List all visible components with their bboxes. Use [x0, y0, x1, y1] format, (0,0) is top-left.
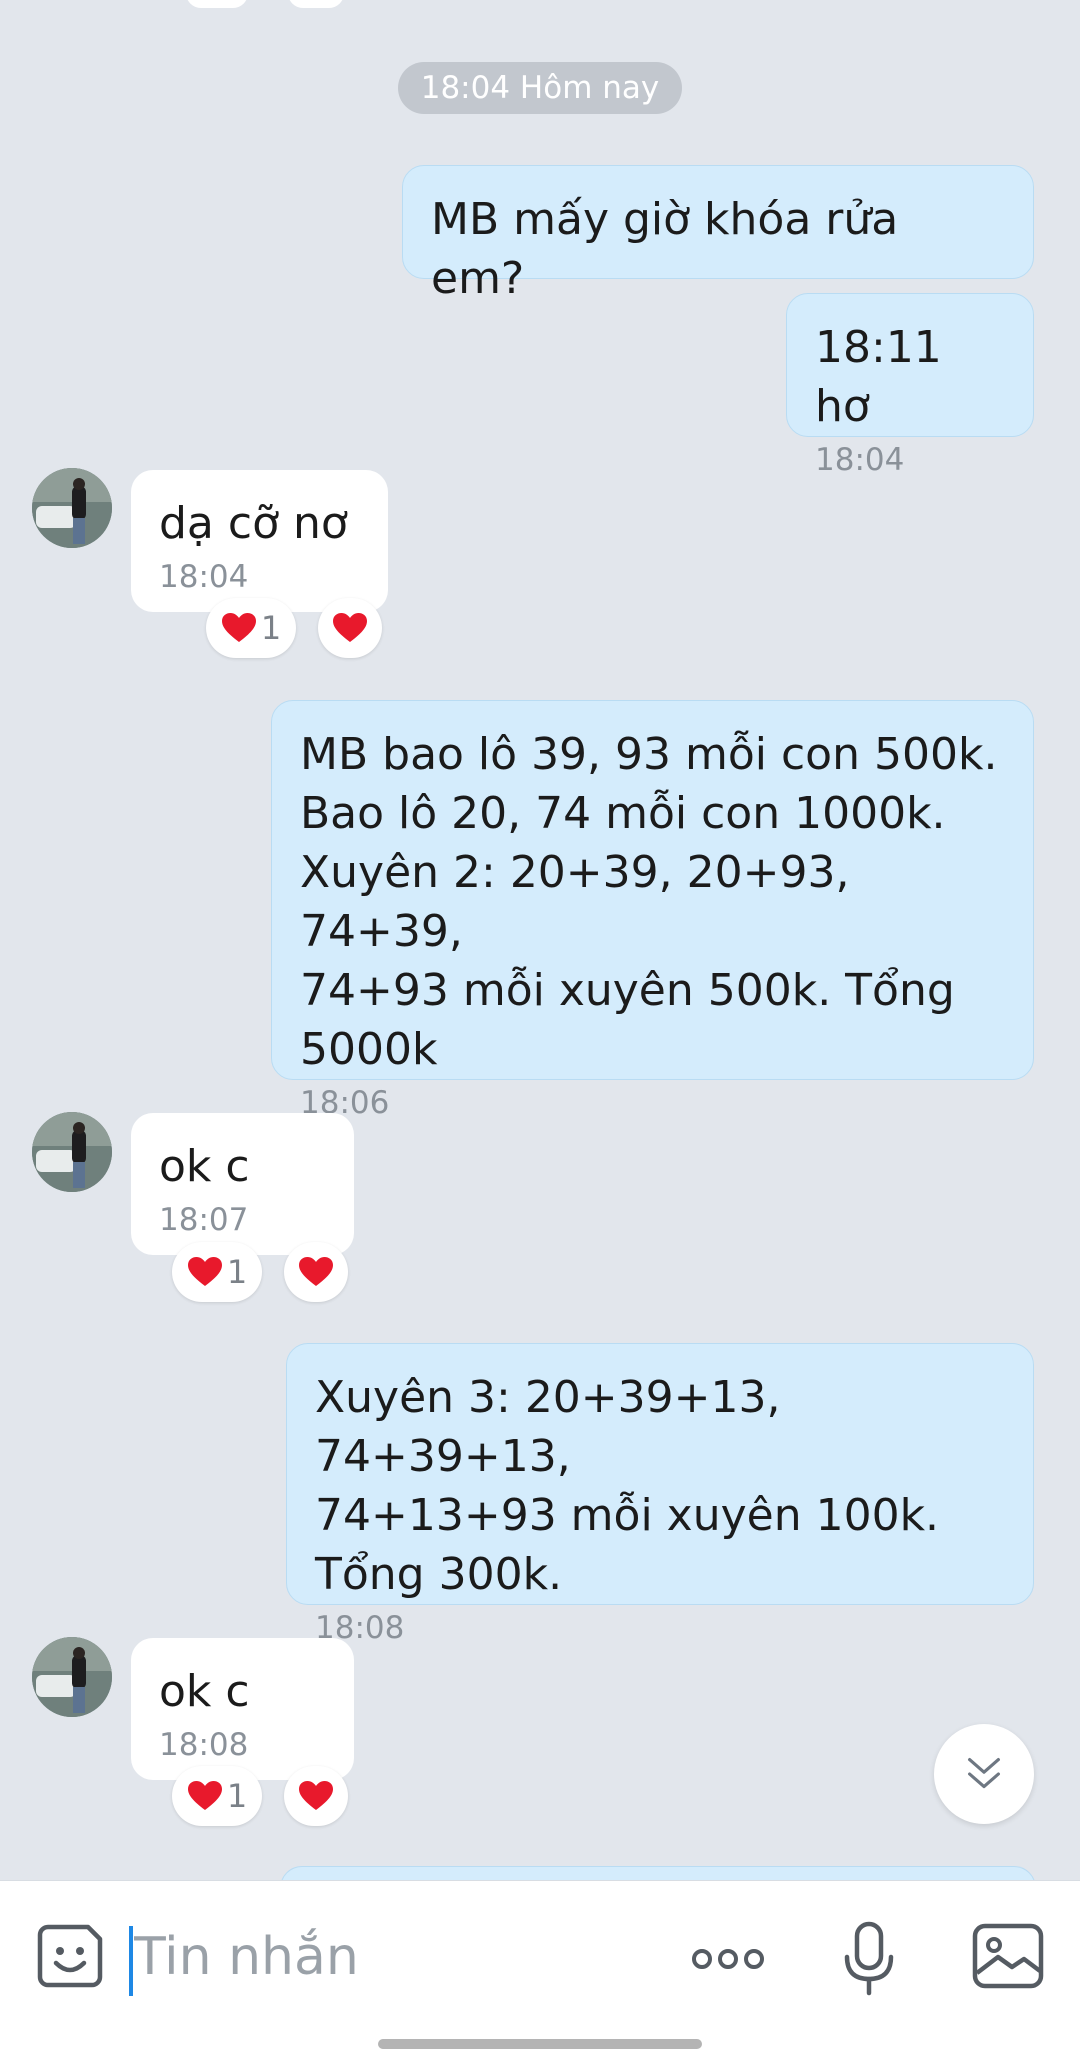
reaction-summary[interactable]: 1 [172, 1242, 262, 1302]
message-time: 18:04 [159, 559, 249, 595]
send-image-button[interactable] [972, 1923, 1044, 1989]
heart-icon [187, 1257, 222, 1286]
reaction-count: 1 [260, 609, 282, 647]
double-chevron-down-icon [968, 1758, 1000, 1789]
date-separator: 18:04 Hôm nay [398, 62, 682, 114]
incoming-message[interactable]: ok c 18:07 [131, 1113, 354, 1255]
chat-area[interactable]: 18:04 Hôm nay MB mấy giờ khóa rửa em? 18… [0, 0, 1080, 1880]
sticker-button[interactable] [36, 1921, 106, 1991]
message-text: 18:11 hơ [815, 322, 942, 432]
heart-icon [221, 613, 256, 642]
react-heart-button[interactable] [284, 1242, 348, 1302]
incoming-message[interactable]: dạ cỡ nơ 18:04 [131, 470, 388, 612]
sticker-smile-icon [37, 1924, 103, 1988]
heart-icon [299, 1781, 333, 1810]
message-composer [0, 1880, 1080, 2065]
heart-icon [187, 1781, 222, 1810]
more-button[interactable] [690, 1941, 766, 1977]
avatar[interactable] [32, 1112, 112, 1192]
more-dots-icon [692, 1949, 764, 1969]
microphone-icon [844, 1921, 894, 1996]
scroll-to-bottom-button[interactable] [934, 1724, 1034, 1824]
heart-icon [299, 1257, 333, 1286]
reaction-count: 1 [226, 1253, 248, 1291]
message-text: Xuyên 3: 20+39+13, 74+39+13, 74+13+93 mỗ… [315, 1372, 940, 1600]
outgoing-message[interactable]: Xuyên 3: 20+39+13, 74+39+13, 74+13+93 mỗ… [286, 1343, 1034, 1646]
message-text: ok c [159, 1666, 250, 1717]
avatar[interactable] [32, 468, 112, 548]
message-text: MB bao lô 39, 93 mỗi con 500k. Bao lô 20… [300, 729, 998, 1075]
message-time: 18:08 [159, 1727, 249, 1763]
outgoing-message[interactable]: 18:11 hơ 18:04 [786, 293, 1034, 478]
outgoing-message[interactable]: MB mấy giờ khóa rửa em? [402, 165, 1034, 304]
reaction-chip[interactable] [288, 0, 344, 8]
heart-icon [333, 613, 367, 642]
message-time: 18:04 [815, 442, 905, 478]
message-input[interactable] [134, 1917, 634, 1997]
message-time: 18:06 [300, 1085, 390, 1121]
reaction-summary[interactable]: 1 [206, 598, 296, 658]
reaction-summary[interactable]: 1 [172, 1766, 262, 1826]
image-icon [972, 1923, 1044, 1989]
message-text: ok c [159, 1141, 250, 1192]
voice-record-button[interactable] [842, 1921, 896, 1997]
outgoing-message-partial[interactable] [280, 1866, 1036, 1880]
outgoing-message[interactable]: MB bao lô 39, 93 mỗi con 500k. Bao lô 20… [271, 700, 1034, 1121]
react-heart-button[interactable] [318, 598, 382, 658]
incoming-message[interactable]: ok c 18:08 [131, 1638, 354, 1780]
reaction-count: 1 [226, 1777, 248, 1815]
text-cursor [129, 1926, 133, 1996]
home-indicator [378, 2039, 702, 2049]
reaction-chip[interactable] [186, 0, 248, 8]
message-time: 18:08 [315, 1610, 405, 1646]
message-text: dạ cỡ nơ [159, 498, 348, 549]
message-time: 18:07 [159, 1202, 249, 1238]
avatar[interactable] [32, 1637, 112, 1717]
message-text: MB mấy giờ khóa rửa em? [431, 194, 899, 304]
react-heart-button[interactable] [284, 1766, 348, 1826]
